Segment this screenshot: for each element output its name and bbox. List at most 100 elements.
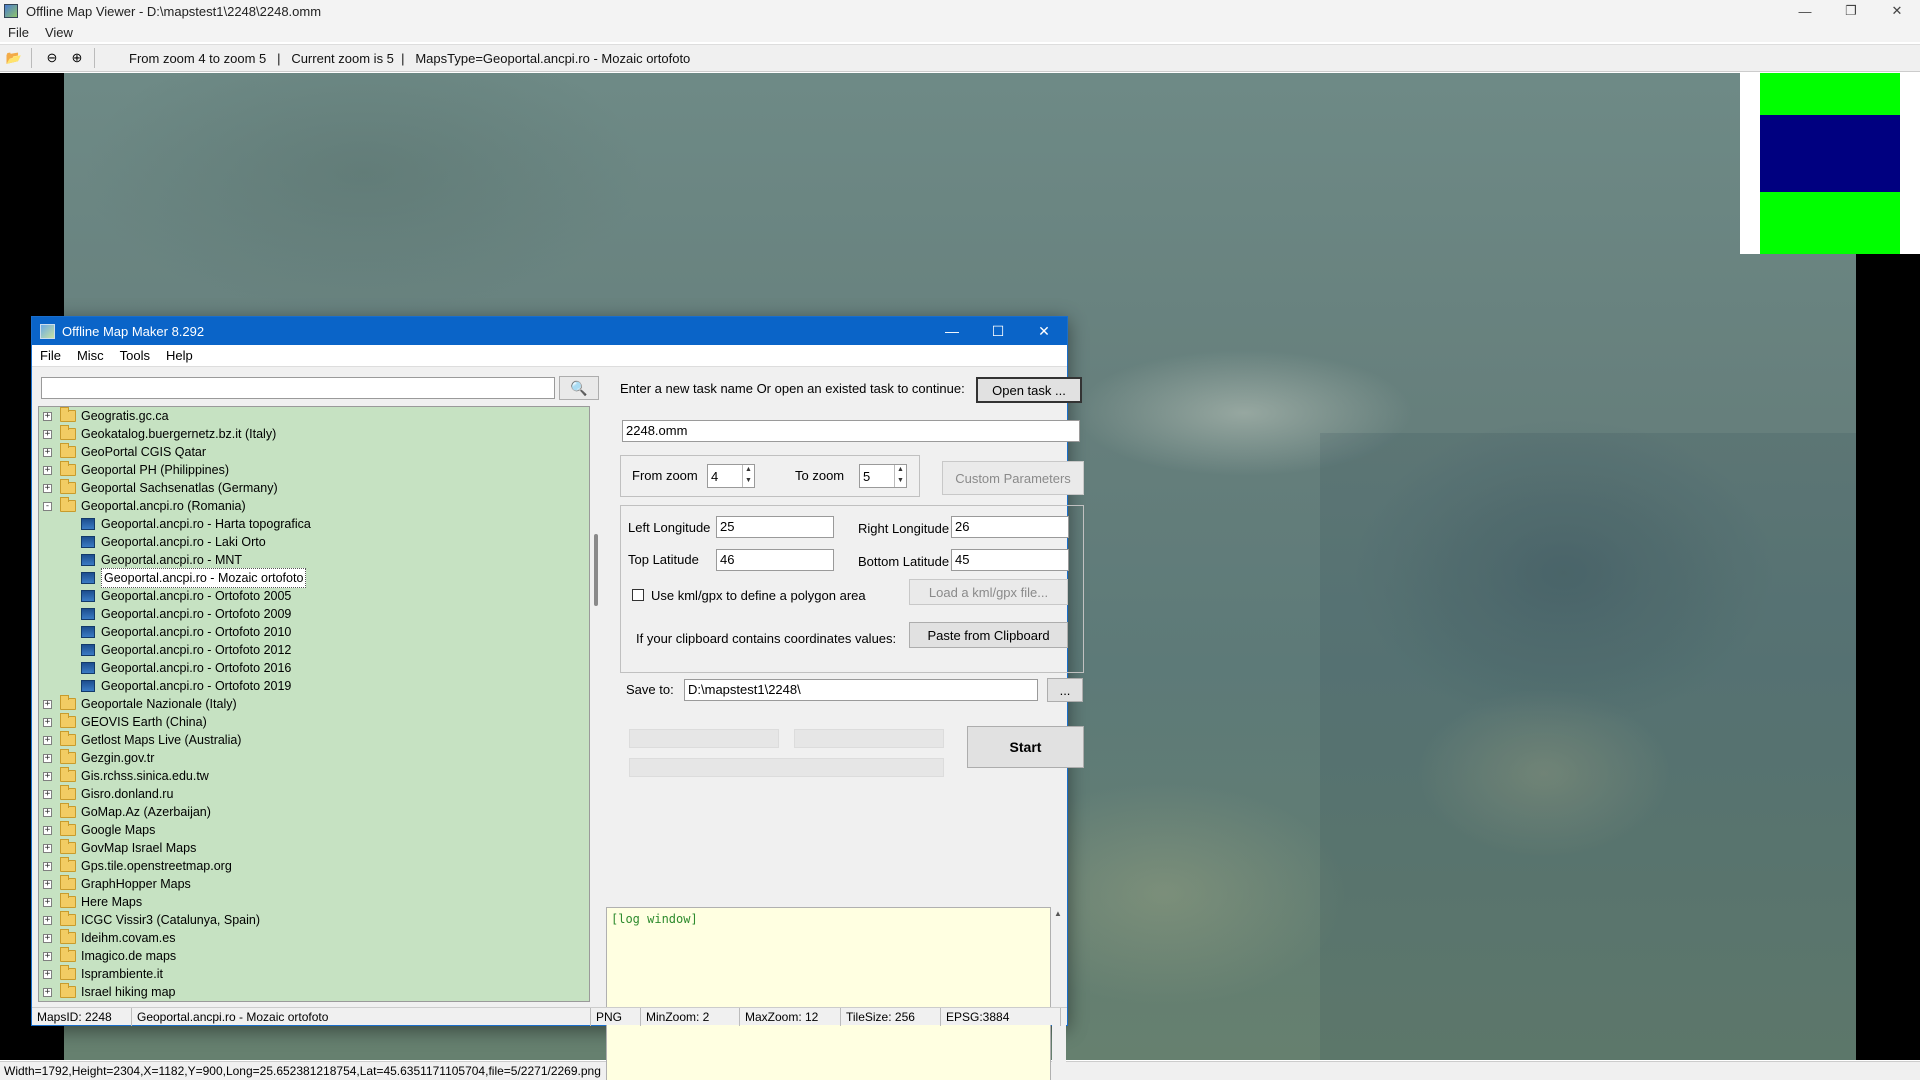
open-folder-icon[interactable]: 📂 [3, 47, 25, 69]
menu-file[interactable]: File [32, 348, 69, 363]
expand-icon[interactable]: + [43, 789, 52, 799]
expand-icon[interactable]: + [43, 411, 52, 421]
maximize-icon[interactable]: ☐ [975, 317, 1021, 345]
left-longitude-field[interactable]: 25 [716, 516, 834, 538]
maps-tree[interactable]: + Geogratis.gc.ca + Geokatalog.buergernetz.… [38, 406, 590, 1002]
expand-icon[interactable]: + [43, 861, 52, 871]
expand-icon[interactable]: + [43, 807, 52, 817]
expand-icon[interactable]: + [43, 987, 52, 997]
minimize-icon[interactable]: — [1782, 0, 1828, 22]
tree-folder-item[interactable]: + Isprambiente.it [39, 965, 589, 983]
tree-map-item[interactable]: Geoportal.ancpi.ro - Ortofoto 2019 [39, 677, 589, 695]
tree-map-item[interactable]: Geoportal.ancpi.ro - Mozaic ortofoto [39, 568, 589, 588]
spinner-arrows[interactable]: ▲ ▼ [894, 465, 906, 487]
tree-folder-item[interactable]: + ICGC Vissir3 (Catalunya, Spain) [39, 911, 589, 929]
expand-icon[interactable]: + [43, 465, 52, 475]
tree-folder-item[interactable]: + GovMap Israel Maps [39, 839, 589, 857]
expand-icon[interactable]: + [43, 951, 52, 961]
expand-icon[interactable]: + [43, 735, 52, 745]
tree-folder-item[interactable]: + Gps.tile.openstreetmap.org [39, 857, 589, 875]
tree-scrollbar[interactable] [591, 406, 602, 1002]
spin-down-icon[interactable]: ▼ [743, 476, 754, 487]
expand-icon[interactable]: + [43, 843, 52, 853]
expand-icon[interactable]: + [43, 753, 52, 763]
zoom-in-icon[interactable]: ⊕ [66, 47, 88, 69]
expand-icon[interactable]: + [43, 933, 52, 943]
expand-icon[interactable]: + [43, 699, 52, 709]
zoom-out-icon[interactable]: ⊖ [41, 47, 63, 69]
restore-icon[interactable]: ❐ [1828, 0, 1874, 22]
tree-folder-item[interactable]: - Geoportal.ancpi.ro (Romania) [39, 497, 589, 515]
tree-map-item[interactable]: Geoportal.ancpi.ro - Laki Orto [39, 533, 589, 551]
tree-folder-item[interactable]: + Here Maps [39, 893, 589, 911]
tree-folder-item[interactable]: + GeoPortal CGIS Qatar [39, 443, 589, 461]
tree-map-item[interactable]: Geoportal.ancpi.ro - Ortofoto 2012 [39, 641, 589, 659]
tree-map-item[interactable]: Geoportal.ancpi.ro - Ortofoto 2016 [39, 659, 589, 677]
close-icon[interactable]: ✕ [1874, 0, 1920, 22]
expand-icon[interactable]: + [43, 447, 52, 457]
tree-folder-item[interactable]: + GEOVIS Earth (China) [39, 713, 589, 731]
tree-folder-item[interactable]: + Geoportal Sachsenatlas (Germany) [39, 479, 589, 497]
tree-folder-item[interactable]: + Geoportale Nazionale (Italy) [39, 695, 589, 713]
use-kml-checkbox[interactable] [632, 589, 644, 601]
tree-scroll-thumb[interactable] [594, 534, 598, 606]
browse-button[interactable]: ... [1047, 678, 1083, 702]
tree-folder-item[interactable]: + Israel hiking map [39, 983, 589, 1001]
to-zoom-spinner[interactable]: 5 ▲ ▼ [859, 464, 907, 488]
load-kml-button[interactable]: Load a kml/gpx file... [909, 579, 1068, 605]
tree-map-item[interactable]: Geoportal.ancpi.ro - Ortofoto 2010 [39, 623, 589, 641]
scroll-up-icon[interactable]: ▲ [1054, 909, 1062, 918]
tree-folder-item[interactable]: + Google Maps [39, 821, 589, 839]
tree-folder-item[interactable]: + GoMap.Az (Azerbaijan) [39, 803, 589, 821]
tree-map-item[interactable]: Geoportal.ancpi.ro - Ortofoto 2009 [39, 605, 589, 623]
tree-folder-item[interactable]: + Imagico.de maps [39, 947, 589, 965]
tree-folder-item[interactable]: + Gisro.donland.ru [39, 785, 589, 803]
custom-parameters-button[interactable]: Custom Parameters [942, 461, 1084, 495]
task-name-field[interactable]: 2248.omm [622, 420, 1080, 442]
tree-folder-item[interactable]: + Ideihm.covam.es [39, 929, 589, 947]
spinner-arrows[interactable]: ▲ ▼ [742, 465, 754, 487]
paste-clipboard-button[interactable]: Paste from Clipboard [909, 622, 1068, 648]
menu-tools[interactable]: Tools [112, 348, 158, 363]
expand-icon[interactable]: + [43, 915, 52, 925]
expand-icon[interactable]: + [43, 771, 52, 781]
top-latitude-field[interactable]: 46 [716, 549, 834, 571]
expand-icon[interactable]: + [43, 879, 52, 889]
log-scrollbar[interactable]: ▲ ▼ [1052, 907, 1066, 1080]
menu-help[interactable]: Help [158, 348, 201, 363]
tree-folder-item[interactable]: + GraphHopper Maps [39, 875, 589, 893]
expand-icon[interactable]: + [43, 429, 52, 439]
tree-folder-item[interactable]: + Geogratis.gc.ca [39, 407, 589, 425]
expand-icon[interactable]: + [43, 483, 52, 493]
log-window[interactable]: [log window] [606, 907, 1051, 1080]
right-longitude-field[interactable]: 26 [951, 516, 1069, 538]
expand-icon[interactable]: + [43, 825, 52, 835]
spin-up-icon[interactable]: ▲ [895, 465, 906, 476]
expand-icon[interactable]: + [43, 969, 52, 979]
tree-map-item[interactable]: Geoportal.ancpi.ro - Ortofoto 2005 [39, 587, 589, 605]
tree-folder-item[interactable]: + Getlost Maps Live (Australia) [39, 731, 589, 749]
tree-folder-item[interactable]: + Geoportal PH (Philippines) [39, 461, 589, 479]
tree-folder-item[interactable]: + Gis.rchss.sinica.edu.tw [39, 767, 589, 785]
spin-down-icon[interactable]: ▼ [895, 476, 906, 487]
minimize-icon[interactable]: — [929, 317, 975, 345]
expand-icon[interactable]: + [43, 897, 52, 907]
tree-map-item[interactable]: Geoportal.ancpi.ro - Harta topografica [39, 515, 589, 533]
open-task-button[interactable]: Open task ... [976, 377, 1082, 403]
close-icon[interactable]: ✕ [1021, 317, 1067, 345]
overview-panel[interactable] [1740, 73, 1920, 254]
save-to-field[interactable]: D:\mapstest1\2248\ [684, 679, 1038, 701]
collapse-icon[interactable]: - [43, 501, 52, 511]
tree-map-item[interactable]: Geoportal.ancpi.ro - MNT [39, 551, 589, 569]
bottom-latitude-field[interactable]: 45 [951, 549, 1069, 571]
map-search-input[interactable] [41, 377, 555, 399]
tree-folder-item[interactable]: + Geokatalog.buergernetz.bz.it (Italy) [39, 425, 589, 443]
start-button[interactable]: Start [967, 726, 1084, 768]
expand-icon[interactable]: + [43, 717, 52, 727]
viewer-menu-view[interactable]: View [37, 25, 81, 40]
tree-folder-item[interactable]: + Gezgin.gov.tr [39, 749, 589, 767]
viewer-menu-file[interactable]: File [0, 25, 37, 40]
spin-up-icon[interactable]: ▲ [743, 465, 754, 476]
from-zoom-spinner[interactable]: 4 ▲ ▼ [707, 464, 755, 488]
search-button[interactable]: 🔍 [559, 376, 599, 400]
